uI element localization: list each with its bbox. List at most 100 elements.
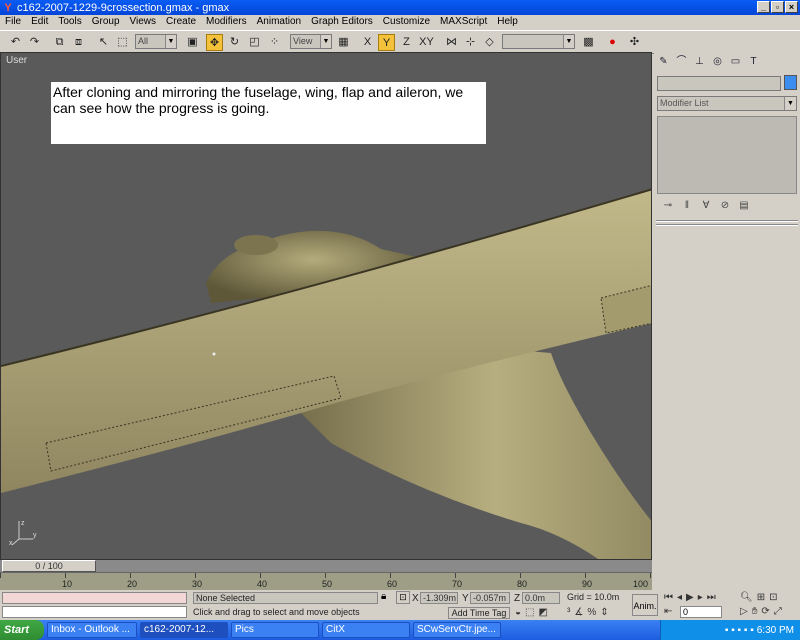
undo-icon[interactable]: ↶ — [7, 34, 24, 51]
task-citx[interactable]: CitX — [322, 622, 410, 638]
add-time-tag-button[interactable]: Add Time Tag — [448, 607, 510, 619]
go-to-start-icon[interactable]: ⏮ — [664, 592, 673, 603]
object-color-swatch[interactable] — [784, 75, 797, 90]
y-coordinate-field[interactable]: -0.057m — [470, 592, 510, 604]
time-slider[interactable]: 0 / 100 — [0, 560, 652, 572]
playback-controls: ⏮ ◂ ▶ ▸ ⏭ — [664, 592, 716, 603]
redo-icon[interactable]: ↷ — [26, 34, 43, 51]
menu-views[interactable]: Views — [125, 15, 162, 29]
restrict-z-icon[interactable]: Z — [398, 34, 415, 51]
menu-help[interactable]: Help — [492, 15, 523, 29]
task-pics[interactable]: Pics — [231, 622, 319, 638]
menu-file[interactable]: File — [0, 15, 26, 29]
snap-icon[interactable]: ◩ — [539, 607, 548, 618]
time-slider-thumb[interactable]: 0 / 100 — [2, 560, 96, 572]
zoom-extents-icon[interactable]: ⊡ — [769, 592, 777, 603]
restrict-x-icon[interactable]: X — [359, 34, 376, 51]
task-gmax[interactable]: c162-2007-12... — [140, 622, 228, 638]
angle-snap-icon[interactable]: ∡ — [574, 607, 583, 618]
create-tab-icon[interactable]: ✎ — [656, 54, 671, 69]
tick-label: 80 — [517, 579, 528, 589]
modify-tab-icon[interactable]: ⌒ — [674, 54, 689, 69]
start-button[interactable]: Start — [0, 620, 44, 640]
rotate-icon[interactable]: ↻ — [226, 34, 243, 51]
named-selection-dropdown[interactable]: ▼ — [502, 34, 575, 49]
snap-3d-icon[interactable]: ³ — [567, 607, 570, 618]
chevron-down-icon: ▼ — [165, 35, 176, 48]
hierarchy-tab-icon[interactable]: ⊥ — [692, 54, 707, 69]
quick-render-icon[interactable]: ✣ — [626, 34, 643, 51]
select-by-name-icon[interactable]: ▣ — [184, 34, 201, 51]
menu-animation[interactable]: Animation — [252, 15, 306, 29]
pivot-center-icon[interactable]: ▦ — [335, 34, 352, 51]
x-coordinate-field[interactable]: -1.309m — [420, 592, 458, 604]
maxscript-listener-mini[interactable] — [2, 592, 187, 604]
menu-maxscript[interactable]: MAXScript — [435, 15, 492, 29]
lock-selection-icon[interactable]: 🔒︎ — [381, 591, 386, 602]
viewport-label[interactable]: User — [6, 55, 27, 66]
move-icon[interactable]: ✥ — [206, 34, 223, 51]
zoom-icon[interactable]: 🔍︎ — [740, 592, 753, 603]
display-tab-icon[interactable]: ▭ — [728, 54, 743, 69]
motion-tab-icon[interactable]: ◎ — [710, 54, 725, 69]
menu-customize[interactable]: Customize — [378, 15, 435, 29]
unlink-icon[interactable]: ⧈ — [70, 34, 87, 51]
anim-toggle-button[interactable]: Anim. — [632, 594, 658, 616]
go-to-end-icon[interactable]: ⏭ — [707, 592, 716, 603]
minimize-button[interactable]: _ — [757, 1, 770, 13]
zoom-all-icon[interactable]: ⊞ — [757, 592, 765, 603]
object-name-field[interactable] — [657, 76, 781, 91]
menu-group[interactable]: Group — [87, 15, 125, 29]
align-icon[interactable]: ⊹ — [462, 34, 479, 51]
maxscript-input-mini[interactable] — [2, 606, 187, 618]
restrict-y-icon[interactable]: Y — [378, 34, 395, 51]
configure-sets-icon[interactable]: ▤ — [738, 200, 750, 211]
modifier-list-dropdown[interactable]: Modifier List ▼ — [657, 96, 797, 111]
play-icon[interactable]: ▶ — [686, 592, 694, 603]
select-arrow-icon[interactable]: ↖ — [95, 34, 112, 51]
tray-icons[interactable]: ▪ ▪ ▪ ▪ ▪ — [725, 625, 754, 636]
material-editor-icon[interactable]: ▩ — [580, 34, 597, 51]
pan-icon[interactable]: ✋︎ — [752, 606, 758, 617]
link-icon[interactable]: ⧉ — [51, 34, 68, 51]
render-teapot-icon[interactable]: ● — [604, 34, 621, 51]
mirror-icon[interactable]: ⋈ — [443, 34, 460, 51]
remove-modifier-icon[interactable]: ⊘ — [719, 200, 731, 211]
current-frame-field[interactable]: 0 — [680, 606, 722, 618]
previous-frame-icon[interactable]: ◂ — [677, 592, 682, 603]
menu-create[interactable]: Create — [161, 15, 201, 29]
utilities-tab-icon[interactable]: T — [746, 54, 761, 69]
percent-snap-icon[interactable]: % — [587, 607, 596, 618]
menu-graph-editors[interactable]: Graph Editors — [306, 15, 378, 29]
track-bar[interactable]: 10 20 30 40 50 60 70 80 90 100 — [0, 572, 652, 590]
spinner-snap-icon[interactable]: ⇕ — [600, 607, 608, 618]
arc-rotate-icon[interactable]: ⟳ — [761, 606, 769, 617]
task-outlook[interactable]: Inbox - Outlook ... — [47, 622, 137, 638]
show-end-result-icon[interactable]: ‖ — [681, 200, 693, 211]
restrict-xy-icon[interactable]: XY — [418, 34, 435, 51]
close-button[interactable]: × — [785, 1, 798, 13]
reference-coord-dropdown[interactable]: View ▼ — [290, 34, 332, 49]
viewport-user[interactable]: User After cloning and mirroring the fus… — [0, 52, 652, 560]
region-select-icon[interactable]: ⬚ — [114, 34, 131, 51]
crossing-icon[interactable]: ⬚ — [525, 607, 534, 618]
menu-tools[interactable]: Tools — [53, 15, 86, 29]
z-coordinate-field[interactable]: 0.0m — [522, 592, 560, 604]
maximize-viewport-icon[interactable]: ⤢ — [774, 606, 782, 617]
task-scwservctr[interactable]: SCwServCtr.jpe... — [413, 622, 501, 638]
key-mode-icon[interactable]: ⇤ — [664, 606, 672, 617]
field-of-view-icon[interactable]: ▷ — [740, 606, 748, 617]
absolute-mode-icon[interactable]: ⊡ — [396, 591, 410, 604]
next-frame-icon[interactable]: ▸ — [698, 592, 703, 603]
pivot-icon[interactable]: ⁘ — [266, 34, 283, 51]
degradation-icon[interactable]: ◒ — [515, 607, 521, 618]
scale-icon[interactable]: ◰ — [246, 34, 263, 51]
modifier-stack[interactable] — [657, 116, 797, 194]
menu-edit[interactable]: Edit — [26, 15, 53, 29]
spacing-icon[interactable]: ◇ — [481, 34, 498, 51]
menu-modifiers[interactable]: Modifiers — [201, 15, 252, 29]
make-unique-icon[interactable]: ∀ — [700, 200, 712, 211]
selection-filter-dropdown[interactable]: All ▼ — [135, 34, 177, 49]
pin-stack-icon[interactable]: ⊸ — [662, 200, 674, 211]
restore-button[interactable]: ▫ — [771, 1, 784, 13]
